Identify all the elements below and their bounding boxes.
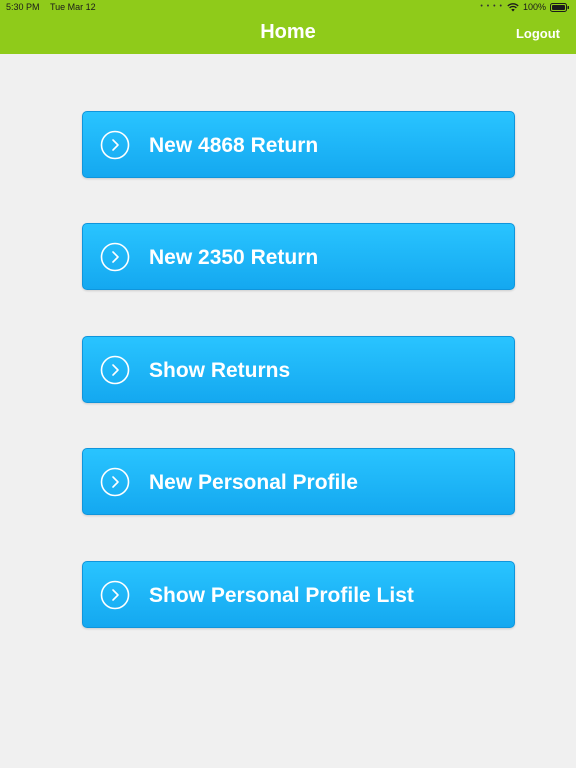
wifi-icon [507,2,519,12]
status-indicators: • • • • 100% [480,0,570,14]
cellular-dots-icon: • • • • [480,3,503,10]
page-title: Home [260,21,316,43]
new-4868-return-button[interactable]: New 4868 Return [82,111,515,178]
menu-item-label: Show Returns [149,359,291,382]
new-personal-profile-button[interactable]: New Personal Profile [82,448,515,515]
status-date: Tue Mar 12 [50,2,96,12]
menu-item-label: New 2350 Return [149,246,319,269]
new-2350-return-button[interactable]: New 2350 Return [82,223,515,290]
chevron-right-circle-icon [100,467,130,497]
chevron-right-circle-icon [100,130,130,160]
show-personal-profile-list-button[interactable]: Show Personal Profile List [82,561,515,628]
battery-icon [550,2,570,12]
battery-percent: 100% [522,2,546,12]
status-bar: 5:30 PM Tue Mar 12 • • • • 100% [0,0,576,14]
show-returns-button[interactable]: Show Returns [82,336,515,403]
navigation-bar: Home Logout [0,14,576,54]
menu-item-label: New Personal Profile [149,471,358,494]
home-menu: New 4868 Return New 2350 Return Show Ret… [0,54,576,768]
chevron-right-circle-icon [100,242,130,272]
chevron-right-circle-icon [100,580,130,610]
logout-button[interactable]: Logout [516,14,560,54]
menu-item-label: Show Personal Profile List [149,584,414,607]
status-time: 5:30 PM [6,2,40,12]
menu-item-label: New 4868 Return [149,134,319,157]
chevron-right-circle-icon [100,355,130,385]
